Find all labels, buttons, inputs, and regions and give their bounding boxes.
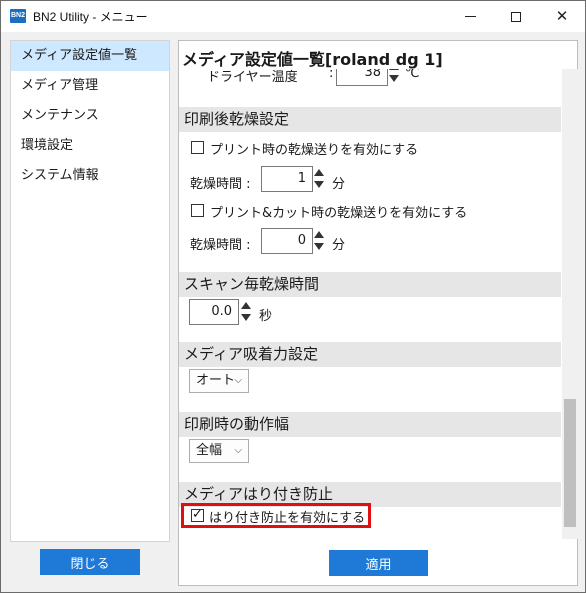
- printcut-dry-feed-label: プリント&カット時の乾燥送りを有効にする: [210, 206, 468, 221]
- dryer-temp-label: ドライヤー温度: [207, 70, 298, 85]
- scrollbar-thumb[interactable]: [564, 399, 576, 527]
- vertical-scrollbar[interactable]: [562, 69, 578, 539]
- sidebar-item-maintenance[interactable]: メンテナンス: [11, 101, 169, 131]
- dryer-temp-unit: ℃: [405, 69, 420, 81]
- print-dry-feed-label: プリント時の乾燥送りを有効にする: [210, 143, 419, 158]
- scan-dry-unit: 秒: [259, 309, 273, 324]
- sidebar-item-media-management[interactable]: メディア管理: [11, 71, 169, 101]
- page-title: メディア設定値一覧[roland dg 1]: [182, 50, 443, 69]
- chevron-up-icon: [314, 169, 324, 176]
- scan-dry-input[interactable]: 0.0: [189, 299, 239, 325]
- print-dry-feed-checkbox[interactable]: [191, 141, 204, 154]
- app-icon: BN2: [10, 9, 26, 23]
- vacuum-select-value: オート: [196, 373, 236, 388]
- maximize-button[interactable]: [493, 1, 539, 32]
- dry-time2-unit: 分: [332, 238, 346, 253]
- section-header-scan-dry: スキャン毎乾燥時間: [179, 272, 561, 297]
- dry-time2-input[interactable]: 0: [261, 228, 313, 254]
- minimize-button[interactable]: [447, 1, 493, 32]
- chevron-up-icon: [241, 302, 251, 309]
- chevron-down-icon: ⌵: [234, 375, 242, 386]
- chevron-up-icon: [314, 231, 324, 238]
- chevron-down-icon: [314, 181, 324, 188]
- dryer-temp-stepper[interactable]: [387, 69, 401, 86]
- title-bar: BN2 BN2 Utility - メニュー ✕: [1, 1, 585, 32]
- settings-scroll-area: ドライヤー温度 : 38 ℃ 印刷後乾燥設定 プリント時の乾燥送りを有効にする …: [179, 69, 561, 539]
- dry-time-label: 乾燥時間 :: [190, 177, 251, 192]
- dryer-temp-input[interactable]: 38: [336, 69, 388, 86]
- close-button[interactable]: 閉じる: [40, 549, 140, 575]
- sidebar-item-media-settings-list[interactable]: メディア設定値一覧: [11, 41, 169, 71]
- maximize-icon: [511, 11, 521, 22]
- close-icon: ✕: [555, 7, 569, 25]
- chevron-down-icon: [389, 75, 399, 82]
- chevron-down-icon: [241, 314, 251, 321]
- dry-time2-label: 乾燥時間 :: [190, 238, 251, 253]
- chevron-down-icon: ⌵: [234, 445, 242, 456]
- printcut-dry-feed-checkbox[interactable]: [191, 204, 204, 217]
- highlight-annotation-box: [181, 503, 371, 528]
- print-width-select-value: 全幅: [196, 443, 223, 458]
- app-window: BN2 BN2 Utility - メニュー ✕ メディア設定値一覧 メディア管…: [0, 0, 586, 593]
- section-header-post-print-dry: 印刷後乾燥設定: [179, 107, 561, 132]
- close-window-button[interactable]: ✕: [539, 1, 585, 32]
- main-panel: メディア設定値一覧[roland dg 1] ドライヤー温度 : 38 ℃ 印刷…: [178, 40, 578, 586]
- print-width-select[interactable]: 全幅 ⌵: [189, 439, 249, 463]
- dry-time-input[interactable]: 1: [261, 166, 313, 192]
- vacuum-select[interactable]: オート ⌵: [189, 369, 249, 393]
- scan-dry-stepper[interactable]: [239, 299, 253, 325]
- section-header-print-width: 印刷時の動作幅: [179, 412, 561, 437]
- dryer-temp-colon: :: [329, 69, 334, 81]
- sidebar-item-system-info[interactable]: システム情報: [11, 161, 169, 191]
- dry-time-stepper[interactable]: [312, 166, 326, 192]
- window-title: BN2 Utility - メニュー: [33, 10, 148, 24]
- minimize-icon: [464, 16, 476, 17]
- section-header-vacuum: メディア吸着力設定: [179, 342, 561, 367]
- sidebar-item-environment-settings[interactable]: 環境設定: [11, 131, 169, 161]
- dry-time2-stepper[interactable]: [312, 228, 326, 254]
- apply-button[interactable]: 適用: [329, 550, 428, 576]
- chevron-down-icon: [314, 243, 324, 250]
- sidebar: メディア設定値一覧 メディア管理 メンテナンス 環境設定 システム情報: [10, 40, 170, 542]
- dry-time-unit: 分: [332, 177, 346, 192]
- chevron-up-icon: [389, 69, 399, 70]
